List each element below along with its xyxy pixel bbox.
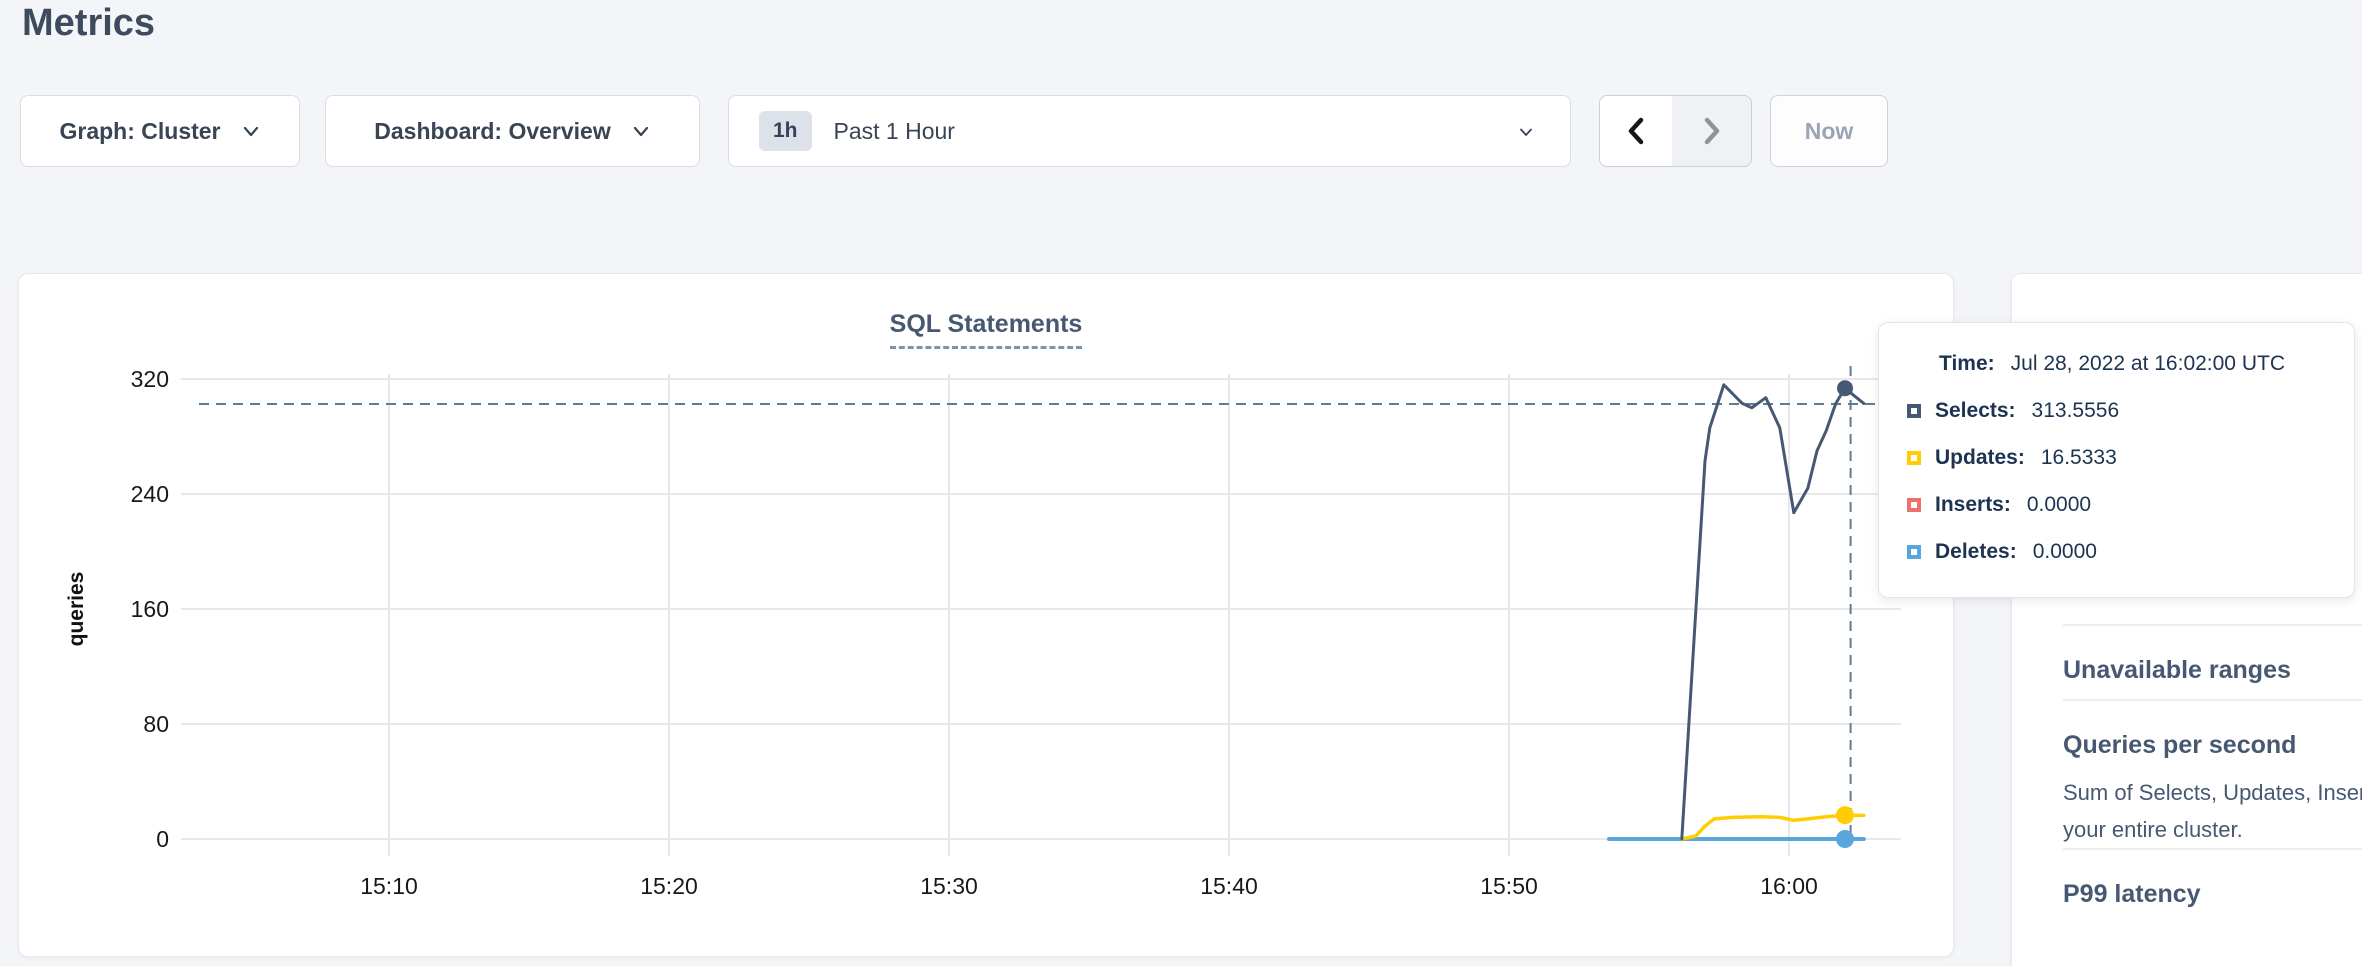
y-tick-label: 240 [131, 481, 169, 507]
series-line-selects [1682, 385, 1864, 839]
tooltip-series-label: Deletes: [1935, 540, 2017, 564]
chevron-down-icon [631, 121, 651, 141]
time-next-button[interactable] [1672, 95, 1752, 167]
tooltip-series-label: Inserts: [1935, 493, 2011, 517]
tooltip-time-label: Time: [1939, 352, 1995, 376]
metrics-toolbar: Graph: Cluster Dashboard: Overview 1h Pa… [0, 95, 2362, 167]
page-title: Metrics [22, 2, 155, 45]
x-tick-label: 15:40 [1200, 873, 1258, 899]
divider [2063, 699, 2362, 701]
chart-hover-tooltip: Time: Jul 28, 2022 at 16:02:00 UTC Selec… [1878, 322, 2355, 598]
tooltip-time-value: Jul 28, 2022 at 16:02:00 UTC [2011, 352, 2285, 376]
chevron-right-icon [1701, 116, 1723, 146]
hover-dot-deletes [1836, 830, 1854, 848]
sidebar-section-heading: P99 latency [2063, 878, 2362, 911]
chevron-left-icon [1625, 116, 1647, 146]
hover-dot-selects [1837, 380, 1853, 396]
series-swatch-icon [1907, 545, 1921, 559]
tooltip-series-row: Selects: 313.5556 [1907, 396, 2330, 426]
chevron-down-icon [1516, 122, 1536, 142]
tooltip-series-row: Deletes: 0.0000 [1907, 537, 2330, 567]
time-range-label: Past 1 Hour [834, 118, 955, 145]
graph-source-dropdown[interactable]: Graph: Cluster [20, 95, 300, 167]
series-line-updates [1682, 815, 1864, 839]
x-tick-label: 15:10 [360, 873, 418, 899]
hover-dot-updates [1836, 806, 1854, 824]
sidebar-section: P99 latency [2063, 848, 2362, 911]
dashboard-label: Dashboard: Overview [374, 118, 610, 145]
sidebar-section-description: your entire cluster. [2063, 811, 2362, 848]
sidebar-section: Queries per second Sum of Selects, Update… [2063, 699, 2362, 848]
sidebar-section-heading: Queries per second [2063, 729, 2362, 762]
tooltip-series-value: 0.0000 [2033, 540, 2097, 564]
series-swatch-icon [1907, 498, 1921, 512]
x-tick-label: 15:30 [920, 873, 978, 899]
tooltip-series-value: 16.5333 [2041, 446, 2117, 470]
time-range-badge: 1h [759, 111, 812, 151]
tooltip-series-row: Inserts: 0.0000 [1907, 490, 2330, 520]
y-tick-label: 80 [143, 711, 169, 737]
x-tick-label: 16:00 [1760, 873, 1818, 899]
series-swatch-icon [1907, 451, 1921, 465]
series-swatch-icon [1907, 404, 1921, 418]
tooltip-series-label: Updates: [1935, 446, 2025, 470]
graph-source-label: Graph: Cluster [59, 118, 220, 145]
sql-statements-chart[interactable]: 0 80 160 240 320 15:10 15:20 15:30 15:40 15:50 16:… [19, 274, 1953, 956]
sidebar-section: Unavailable ranges [2063, 624, 2362, 687]
y-tick-label: 0 [156, 826, 169, 852]
y-tick-label: 320 [131, 366, 169, 392]
chevron-down-icon [241, 121, 261, 141]
y-tick-label: 160 [131, 596, 169, 622]
sql-statements-chart-card: SQL Statements 08016024032015:1015:2015:… [18, 273, 1954, 957]
x-tick-label: 15:50 [1480, 873, 1538, 899]
time-range-dropdown[interactable]: 1h Past 1 Hour [728, 95, 1571, 167]
x-tick-label: 15:20 [640, 873, 698, 899]
dashboard-dropdown[interactable]: Dashboard: Overview [325, 95, 700, 167]
now-button[interactable]: Now [1770, 95, 1888, 167]
divider [2063, 848, 2362, 850]
now-button-label: Now [1805, 118, 1854, 145]
sidebar-section-description: Sum of Selects, Updates, Inser [2063, 774, 2362, 811]
y-axis-label: queries [65, 572, 88, 647]
sidebar-section-heading: Unavailable ranges [2063, 654, 2362, 687]
tooltip-series-value: 313.5556 [2032, 399, 2120, 423]
time-prev-button[interactable] [1599, 95, 1673, 167]
tooltip-series-label: Selects: [1935, 399, 2016, 423]
tooltip-series-value: 0.0000 [2027, 493, 2091, 517]
tooltip-series-row: Updates: 16.5333 [1907, 443, 2330, 473]
divider [2063, 624, 2362, 626]
